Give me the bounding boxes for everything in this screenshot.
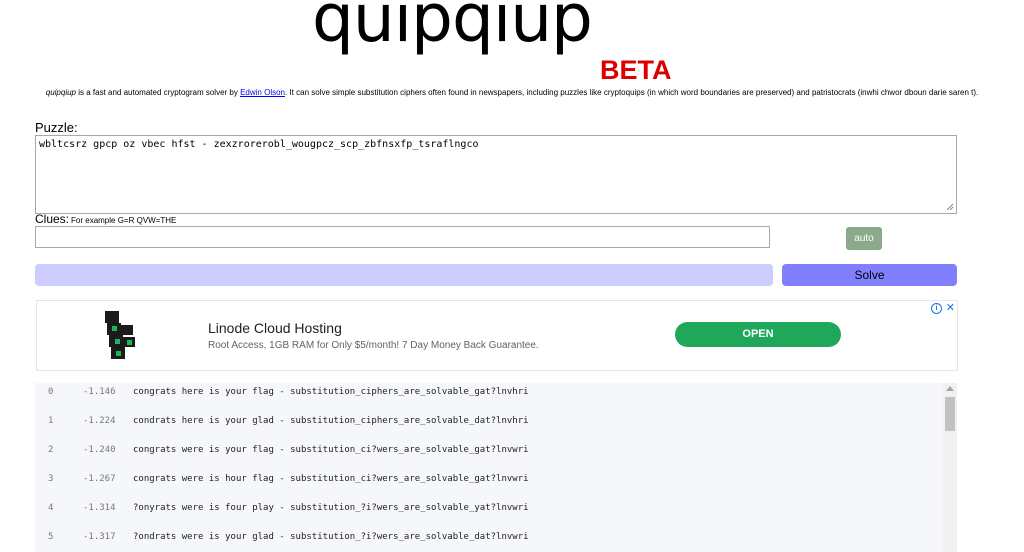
result-row[interactable]: 4 -1.314 ?onyrats were is four play - su… xyxy=(35,499,940,519)
solve-button[interactable]: Solve xyxy=(782,264,957,286)
puzzle-text: wbltcsrz gpcp oz vbec hfst - zexzrorerob… xyxy=(39,139,479,150)
result-index: 3 xyxy=(48,474,54,484)
result-score: -1.240 xyxy=(83,445,116,455)
author-link[interactable]: Edwin Olson xyxy=(240,88,285,97)
logo: quipqiup BETA xyxy=(312,0,692,88)
puzzle-textarea[interactable]: wbltcsrz gpcp oz vbec hfst - zexzrorerob… xyxy=(35,135,957,214)
progress-bar xyxy=(35,264,773,286)
result-row[interactable]: 1 -1.224 condrats here is your glad - su… xyxy=(35,412,940,432)
result-score: -1.224 xyxy=(83,416,116,426)
linode-cube-logo-icon xyxy=(105,311,135,359)
clues-input[interactable] xyxy=(35,226,770,248)
intro-rest: . It can solve simple substitution ciphe… xyxy=(285,88,979,97)
result-text: ?onyrats were is four play - substitutio… xyxy=(133,503,529,513)
auto-button[interactable]: auto xyxy=(846,227,882,250)
resize-grip-icon[interactable] xyxy=(946,203,954,211)
result-text: congrats were is hour flag - substitutio… xyxy=(133,474,529,484)
intro-middle: is a fast and automated cryptogram solve… xyxy=(76,88,241,97)
result-index: 1 xyxy=(48,416,54,426)
result-text: congrats were is your flag - substitutio… xyxy=(133,445,529,455)
result-score: -1.267 xyxy=(83,474,116,484)
result-text: ?ondrats were is your glad - substitutio… xyxy=(133,532,529,542)
results-list[interactable]: 0 -1.146 congrats here is your flag - su… xyxy=(35,383,957,552)
result-index: 4 xyxy=(48,503,54,513)
ad-info-icon[interactable]: i xyxy=(931,303,942,314)
result-index: 0 xyxy=(48,387,54,397)
result-row[interactable]: 2 -1.240 congrats were is your flag - su… xyxy=(35,441,940,461)
result-text: congrats here is your flag - substitutio… xyxy=(133,387,529,397)
result-row[interactable]: 0 -1.146 congrats here is your flag - su… xyxy=(35,383,940,403)
beta-badge: BETA xyxy=(600,55,672,85)
result-score: -1.317 xyxy=(83,532,116,542)
ad-subtitle: Root Access, 1GB RAM for Only $5/month! … xyxy=(208,340,539,351)
result-text: condrats here is your glad - substitutio… xyxy=(133,416,529,426)
result-row[interactable]: 5 -1.317 ?ondrats were is your glad - su… xyxy=(35,528,940,548)
result-index: 2 xyxy=(48,445,54,455)
ad-banner[interactable]: Linode Cloud Hosting Root Access, 1GB RA… xyxy=(36,300,958,371)
result-score: -1.146 xyxy=(83,387,116,397)
ad-close-icon[interactable]: ✕ xyxy=(946,301,955,314)
scroll-up-arrow-icon[interactable] xyxy=(946,386,954,391)
intro-app-name: quipqiup xyxy=(45,88,76,97)
clues-label: Clues: For example G=R QVW=THE xyxy=(35,212,176,226)
ad-open-button[interactable]: OPEN xyxy=(675,322,841,347)
result-row[interactable]: 3 -1.267 congrats were is hour flag - su… xyxy=(35,470,940,490)
result-score: -1.314 xyxy=(83,503,116,513)
clues-title: Clues: xyxy=(35,212,70,226)
intro-text: quipqiup is a fast and automated cryptog… xyxy=(20,88,1004,98)
ad-title[interactable]: Linode Cloud Hosting xyxy=(208,320,342,336)
logo-text: quipqiup xyxy=(312,0,593,57)
clues-hint: For example G=R QVW=THE xyxy=(71,216,177,225)
results-scrollbar[interactable] xyxy=(943,383,957,552)
puzzle-label: Puzzle: xyxy=(35,120,78,135)
result-index: 5 xyxy=(48,532,54,542)
scrollbar-thumb[interactable] xyxy=(945,397,955,431)
